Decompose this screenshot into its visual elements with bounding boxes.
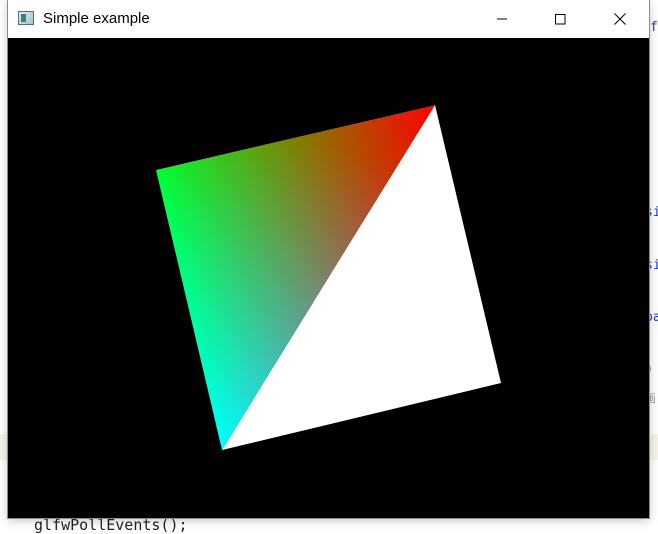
app-window: Simple example bbox=[8, 0, 649, 518]
editor-code-line: glfwPollEvents(); bbox=[34, 516, 188, 534]
maximize-button[interactable] bbox=[531, 0, 589, 38]
window-title: Simple example bbox=[43, 10, 150, 27]
maximize-icon bbox=[555, 14, 566, 25]
render-canvas[interactable] bbox=[8, 38, 649, 518]
close-icon bbox=[614, 13, 626, 25]
title-bar[interactable]: Simple example bbox=[8, 0, 649, 38]
minimize-button[interactable] bbox=[473, 0, 531, 38]
close-button[interactable] bbox=[591, 0, 649, 38]
opengl-scene bbox=[8, 38, 649, 518]
editor-fragment: f bbox=[650, 20, 658, 35]
minimize-icon bbox=[497, 18, 507, 20]
app-window-icon bbox=[18, 11, 34, 25]
